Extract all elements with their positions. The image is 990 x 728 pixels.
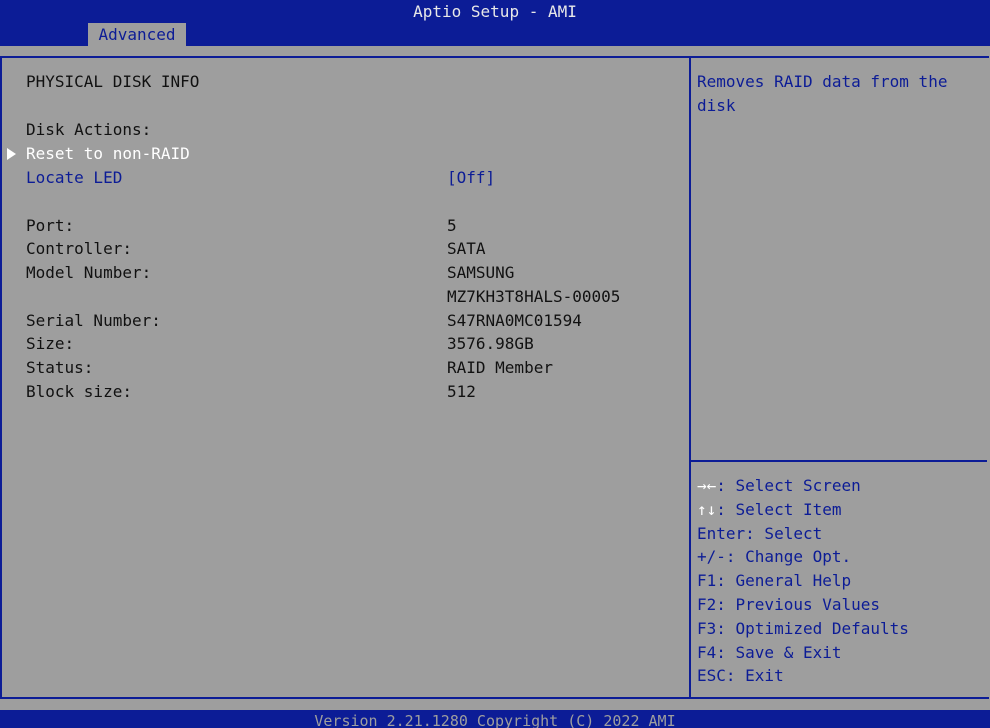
key-esc: ESC: Exit (697, 666, 784, 686)
key-f4: F4: Save & Exit (697, 642, 842, 662)
size-value: 3576.98GB (447, 334, 534, 353)
serial-number-label: Serial Number: (26, 311, 161, 330)
port-label: Port: (26, 216, 75, 235)
left-right-arrows-icon: →← (697, 476, 717, 495)
title-bar: Aptio Setup - AMI Advanced (0, 0, 990, 46)
main-panel: PHYSICAL DISK INFO Disk Actions: Reset t… (0, 56, 689, 699)
port-value: 5 (447, 216, 457, 235)
status-value: RAID Member (447, 358, 553, 377)
serial-number-value: S47RNA0MC01594 (447, 311, 582, 330)
panel-divider (689, 56, 691, 699)
locate-led-value[interactable]: [Off] (447, 168, 495, 188)
disk-actions-label: Disk Actions: (26, 120, 152, 139)
up-down-arrows-icon: ↑↓ (697, 499, 717, 519)
version-footer: Version 2.21.1280 Copyright (C) 2022 AMI (0, 710, 990, 728)
key-f2: F2: Previous Values (697, 594, 881, 614)
reset-to-non-raid-item[interactable]: Reset to non-RAID (26, 144, 190, 164)
help-divider (691, 460, 987, 462)
key-f1: F1: General Help (697, 571, 852, 591)
locate-led-label[interactable]: Locate LED (26, 168, 122, 188)
key-enter: Enter: Select (697, 523, 823, 543)
app-title: Aptio Setup - AMI (413, 2, 577, 21)
section-title: PHYSICAL DISK INFO (26, 72, 200, 91)
submenu-arrow-icon (7, 148, 16, 160)
block-size-value: 512 (447, 382, 476, 401)
model-number-value-cont: MZ7KH3T8HALS-00005 (447, 287, 621, 306)
controller-value: SATA (447, 239, 486, 258)
block-size-label: Block size: (26, 382, 132, 401)
key-select-item: ↑↓: Select Item (697, 499, 842, 519)
key-change-opt: +/-: Change Opt. (697, 547, 852, 567)
key-f3: F3: Optimized Defaults (697, 618, 909, 638)
model-number-value: SAMSUNG (447, 263, 515, 282)
help-text: Removes RAID data from the disk (697, 72, 948, 115)
key-select-screen: →←: Select Screen (697, 476, 861, 495)
controller-label: Controller: (26, 239, 132, 258)
tab-advanced[interactable]: Advanced (88, 23, 186, 46)
size-label: Size: (26, 334, 75, 353)
status-label: Status: (26, 358, 94, 377)
model-number-label: Model Number: (26, 263, 152, 282)
key-legend: →←: Select Screen ↑↓: Select Item Enter:… (697, 474, 987, 688)
